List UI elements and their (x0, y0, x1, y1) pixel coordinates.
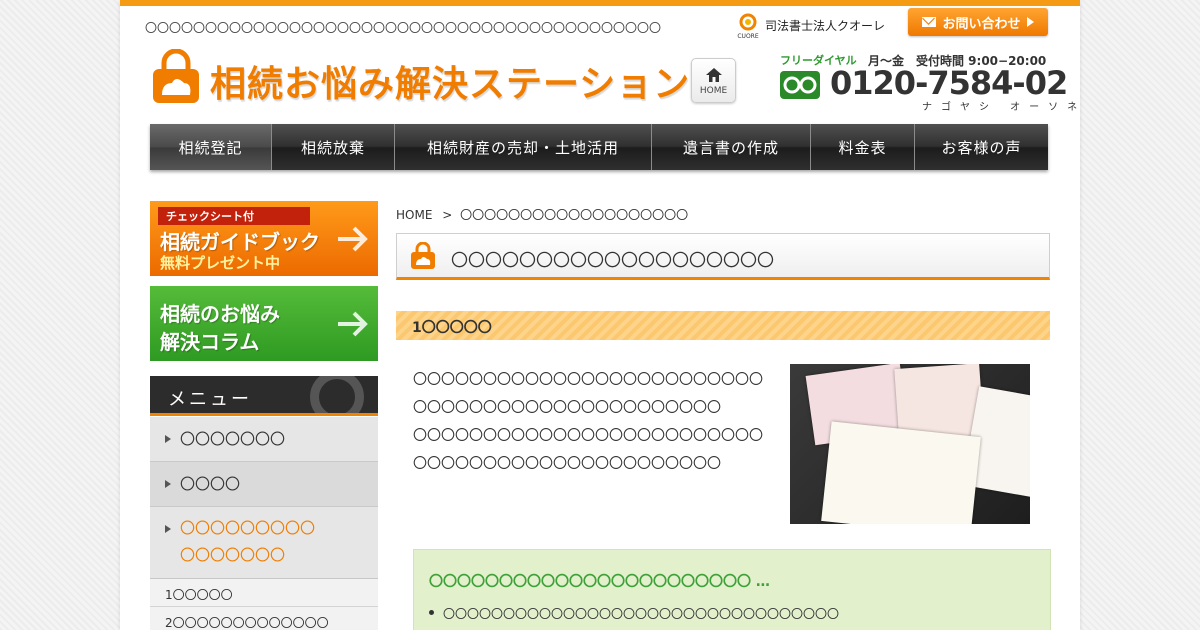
page-title-box: 〇〇〇〇〇〇〇〇〇〇〇〇〇〇〇〇〇〇〇 (396, 233, 1050, 280)
menu-decoration-icon (310, 376, 364, 413)
phone-contact[interactable]: フリーダイヤル 月〜金 受付時間 9:00−20:00 0120-7584-02… (780, 52, 1077, 113)
document-sheet (821, 421, 981, 524)
site-logo-text: 相続お悩み解決ステーション (210, 64, 691, 105)
paragraph: 〇〇〇〇〇〇〇〇〇〇〇〇〇〇〇〇〇〇〇〇〇〇〇〇〇〇〇〇〇〇〇〇〇〇〇〇〇〇〇〇… (413, 372, 763, 416)
nav-item-renunciation[interactable]: 相続放棄 (272, 124, 395, 170)
paragraph: 〇〇〇〇〇〇〇〇〇〇〇〇〇〇〇〇〇〇〇〇〇〇〇〇〇〇〇〇〇〇〇〇〇〇〇〇〇〇〇〇… (413, 428, 763, 472)
nav-item-will[interactable]: 遺言書の作成 (652, 124, 811, 170)
header-tagline: 〇〇〇〇〇〇〇〇〇〇〇〇〇〇〇〇〇〇〇〇〇〇〇〇〇〇〇〇〇〇〇〇〇〇〇〇〇〇〇〇… (145, 21, 662, 35)
firm-logo-text: CUORE (737, 33, 758, 40)
submenu-item[interactable]: 1〇〇〇〇〇 (150, 579, 378, 607)
nav-item-property-sale[interactable]: 相続財産の売却・土地活用 (395, 124, 652, 170)
breadcrumb: HOME > 〇〇〇〇〇〇〇〇〇〇〇〇〇〇〇〇〇〇〇 (396, 206, 688, 223)
contact-button[interactable]: お問い合わせ (908, 8, 1048, 36)
column-banner-line1: 相続のお悩み (160, 302, 280, 326)
column-banner-line2: 解決コラム (160, 330, 260, 354)
breadcrumb-current: 〇〇〇〇〇〇〇〇〇〇〇〇〇〇〇〇〇〇〇 (460, 208, 689, 222)
phone-number-reading: ナゴヤシ オーソネ (922, 102, 1080, 113)
breadcrumb-separator: > (442, 208, 453, 222)
menu-item-label: 〇〇〇〇〇〇〇〇〇 (180, 519, 316, 537)
lock-bag-icon (153, 49, 199, 103)
triangle-right-icon (165, 480, 171, 488)
triangle-right-icon (165, 435, 171, 443)
page: 〇〇〇〇〇〇〇〇〇〇〇〇〇〇〇〇〇〇〇〇〇〇〇〇〇〇〇〇〇〇〇〇〇〇〇〇〇〇〇〇… (120, 0, 1080, 630)
phone-number: 0120-7584-02 (830, 64, 1068, 102)
nav-item-testimonials[interactable]: お客様の声 (915, 124, 1048, 170)
guidebook-banner-strip: チェックシート付 (158, 207, 310, 225)
info-box: 〇〇〇〇〇〇〇〇〇〇〇〇〇〇〇〇〇〇〇〇〇〇〇 … 〇〇〇〇〇〇〇〇〇〇〇〇〇〇… (413, 549, 1051, 630)
column-banner[interactable]: 相続のお悩み 解決コラム (150, 286, 378, 361)
nav-item-inheritance-registration[interactable]: 相続登記 (150, 124, 272, 170)
menu-item-current[interactable]: 〇〇〇〇〇〇〇〇〇 〇〇〇〇〇〇〇 (150, 507, 378, 579)
nav-item-fees[interactable]: 料金表 (811, 124, 915, 170)
guidebook-banner-sub: 無料プレゼント中 (160, 254, 281, 272)
menu-item[interactable]: 〇〇〇〇〇〇〇 (150, 417, 378, 462)
home-button[interactable]: HOME (691, 58, 736, 103)
firm-logo[interactable]: CUORE 司法書士法人クオーレ (735, 12, 895, 40)
arrow-right-icon (338, 226, 368, 252)
lock-bag-icon (411, 242, 435, 269)
triangle-right-icon (165, 525, 171, 533)
breadcrumb-home[interactable]: HOME (396, 208, 432, 222)
menu-heading-label: メニュー (168, 389, 252, 410)
global-nav: 相続登記 相続放棄 相続財産の売却・土地活用 遺言書の作成 料金表 お客様の声 (150, 124, 1048, 170)
home-label: HOME (699, 86, 728, 96)
info-box-heading: 〇〇〇〇〇〇〇〇〇〇〇〇〇〇〇〇〇〇〇〇〇〇〇 … (429, 574, 770, 590)
contact-button-label: お問い合わせ (942, 16, 1021, 32)
menu-item[interactable]: 〇〇〇〇 (150, 462, 378, 507)
menu-item-label: 〇〇〇〇〇〇〇 (180, 430, 286, 448)
menu-heading: メニュー (150, 376, 378, 416)
submenu-item[interactable]: 2〇〇〇〇〇〇〇〇〇〇〇〇〇 (150, 607, 378, 630)
menu-item-label: 〇〇〇〇〇〇〇 (180, 546, 286, 564)
freedial-icon (780, 71, 820, 99)
guidebook-banner-title: 相続ガイドブック (160, 230, 320, 254)
page-title: 〇〇〇〇〇〇〇〇〇〇〇〇〇〇〇〇〇〇〇 (451, 251, 774, 271)
firm-name: 司法書士法人クオーレ (765, 19, 886, 33)
top-accent-bar (120, 0, 1080, 6)
section-heading: 1〇〇〇〇〇 (396, 311, 1050, 340)
mail-icon (922, 17, 937, 27)
home-icon (706, 68, 722, 82)
site-logo[interactable]: 相続お悩み解決ステーション (148, 45, 689, 107)
info-list: 〇〇〇〇〇〇〇〇〇〇〇〇〇〇〇〇〇〇〇〇〇〇〇〇〇〇〇〇〇〇〇〇〇 (429, 605, 839, 622)
arrow-right-icon (1026, 17, 1034, 27)
menu-item-label: 〇〇〇〇 (180, 475, 241, 493)
list-item: 〇〇〇〇〇〇〇〇〇〇〇〇〇〇〇〇〇〇〇〇〇〇〇〇〇〇〇〇〇〇〇〇〇 (429, 605, 839, 622)
body-text: 〇〇〇〇〇〇〇〇〇〇〇〇〇〇〇〇〇〇〇〇〇〇〇〇〇〇〇〇〇〇〇〇〇〇〇〇〇〇〇〇… (413, 366, 763, 478)
arrow-right-icon (338, 311, 368, 337)
cuore-logo-icon: CUORE (737, 13, 759, 40)
guidebook-banner[interactable]: チェックシート付 相続ガイドブック 無料プレゼント中 (150, 201, 378, 276)
documents-photo (790, 364, 1030, 524)
